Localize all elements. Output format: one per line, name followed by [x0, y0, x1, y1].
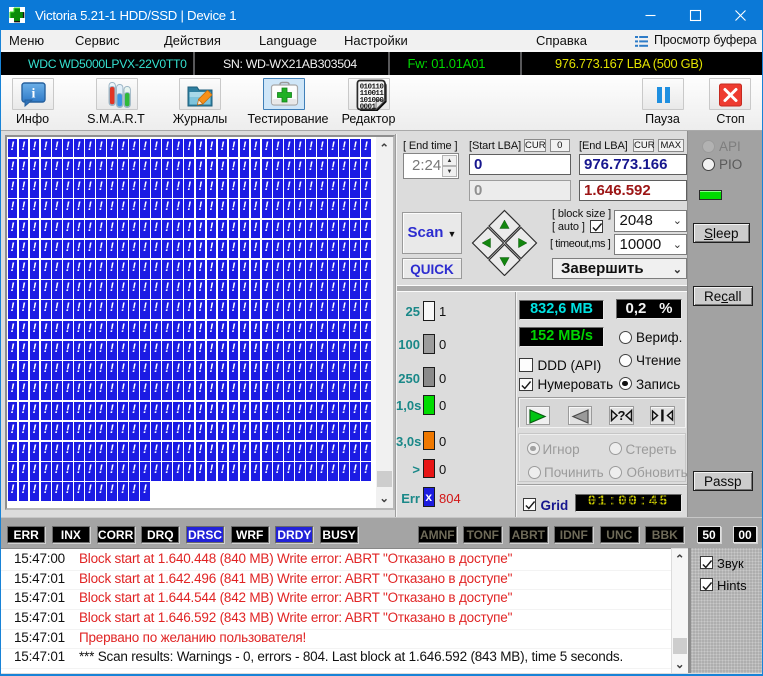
svg-text:0001: 0001 [359, 103, 376, 111]
svg-text:i: i [32, 86, 36, 101]
svg-text:?: ? [618, 408, 626, 423]
